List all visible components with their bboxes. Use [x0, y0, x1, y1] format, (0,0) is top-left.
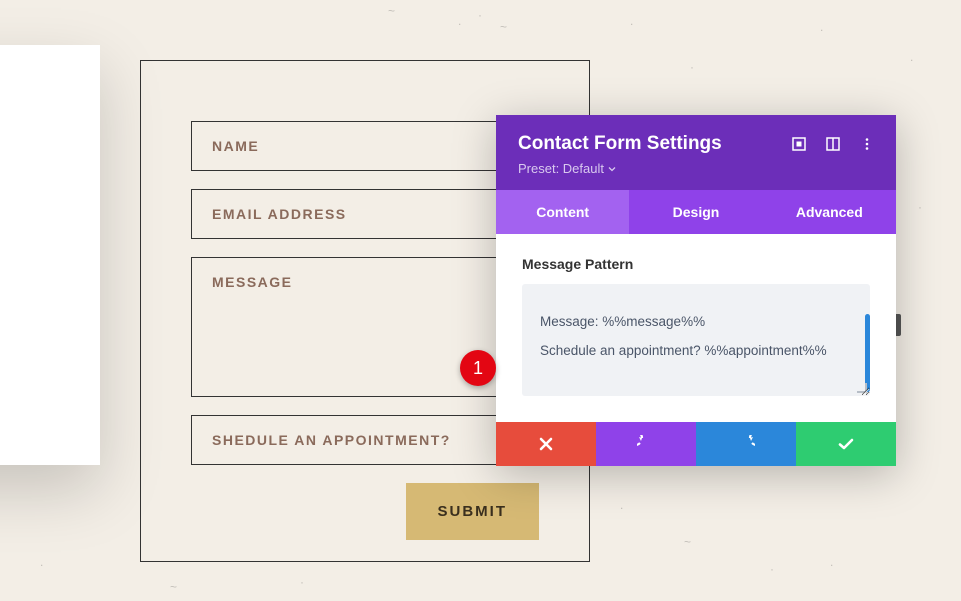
message-pattern-line: Schedule an appointment? %%appointment%% [540, 343, 852, 358]
undo-icon [637, 435, 655, 453]
redo-button[interactable] [696, 422, 796, 466]
tab-content[interactable]: Content [496, 190, 629, 234]
page-title-fragment: age [0, 161, 64, 219]
preset-label: Preset: Default [518, 161, 604, 176]
more-icon[interactable] [860, 137, 874, 151]
modal-tabs: Content Design Advanced [496, 190, 896, 234]
left-card: age itasse nec. ic leo. [0, 45, 100, 465]
scrollbar[interactable] [865, 314, 870, 392]
expand-icon[interactable] [792, 137, 806, 151]
annotation-badge-1: 1 [460, 350, 496, 386]
resize-handle-icon[interactable] [857, 383, 867, 393]
cancel-button[interactable] [496, 422, 596, 466]
contact-form-settings-modal: Contact Form Settings Preset: Default Co… [496, 115, 896, 466]
check-icon [837, 435, 855, 453]
redo-icon [737, 435, 755, 453]
modal-title: Contact Form Settings [518, 133, 722, 155]
modal-header[interactable]: Contact Form Settings Preset: Default [496, 115, 896, 190]
close-icon [537, 435, 555, 453]
page-subtitle: itasse nec. ic leo. [0, 384, 64, 432]
message-pattern-textarea[interactable]: Message: %%message%% Schedule an appoint… [522, 284, 870, 396]
preset-dropdown[interactable]: Preset: Default [518, 161, 616, 176]
modal-body: Message Pattern Message: %%message%% Sch… [496, 234, 896, 422]
subtitle-line: ic leo. [0, 408, 64, 432]
subtitle-line: itasse nec. [0, 384, 64, 408]
appointment-input[interactable]: SHEDULE AN APPOINTMENT? [191, 415, 539, 465]
tab-design[interactable]: Design [629, 190, 762, 234]
submit-button[interactable]: SUBMIT [406, 483, 540, 540]
email-input[interactable]: EMAIL ADDRESS [191, 189, 539, 239]
columns-icon[interactable] [826, 137, 840, 151]
name-input[interactable]: NAME [191, 121, 539, 171]
save-button[interactable] [796, 422, 896, 466]
chevron-down-icon [608, 165, 616, 173]
message-pattern-line: Message: %%message%% [540, 314, 852, 329]
tab-advanced[interactable]: Advanced [763, 190, 896, 234]
modal-footer [496, 422, 896, 466]
message-pattern-label: Message Pattern [522, 256, 870, 272]
undo-button[interactable] [596, 422, 696, 466]
